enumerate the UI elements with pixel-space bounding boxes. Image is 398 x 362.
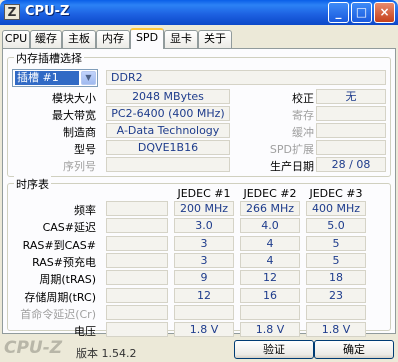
memory-type-field: DDR2 [106, 70, 386, 85]
module-size-field: 2048 MBytes [106, 89, 230, 104]
timing-cell: 5.0 [306, 218, 366, 234]
timing-cell [240, 304, 300, 320]
timing-row-label: 存储周期(tRC) [24, 290, 96, 304]
title-bar: Z CPU-Z _ □ × [0, 0, 398, 25]
timing-cell: 5 [306, 235, 366, 251]
slot-select[interactable]: 插槽 #1 ▼ [12, 69, 98, 87]
timing-row-spacer [106, 270, 168, 286]
timing-cell: 4 [240, 252, 300, 268]
ok-button[interactable]: 确定 [314, 340, 394, 359]
max-bandwidth-field: PC2-6400 (400 MHz) [106, 106, 230, 121]
chevron-down-icon[interactable]: ▼ [81, 71, 96, 85]
timing-cell: 5 [306, 252, 366, 268]
validate-button[interactable]: 验证 [234, 340, 314, 359]
cpu-z-logo: CPU-Z [4, 338, 63, 358]
memory-slot-group: 内存插槽选择 插槽 #1 ▼ DDR2 模块大小 2048 MBytes 最大带… [7, 50, 391, 177]
timing-row-label: 电压 [74, 325, 96, 339]
registered-label: 寄存 [292, 109, 314, 122]
timing-column-header: JEDEC #2 [243, 187, 297, 200]
timing-cell: 400 MHz [306, 201, 366, 216]
serial-number-field [106, 157, 230, 172]
serial-number-label: 序列号 [63, 160, 96, 173]
timing-row-spacer [106, 304, 168, 320]
memory-slot-group-title: 内存插槽选择 [14, 50, 84, 66]
week-year-field: 28 / 08 [316, 157, 386, 172]
timing-row-label: RAS#到CAS# [22, 238, 96, 252]
spd-panel: 内存插槽选择 插槽 #1 ▼ DDR2 模块大小 2048 MBytes 最大带… [2, 48, 396, 338]
timing-cell: 1.8 V [306, 322, 366, 338]
version-label: 版本 1.54.2 [76, 347, 137, 360]
manufacturer-field: A-Data Technology [106, 123, 230, 138]
tab-strip: CPU 缓存 主板 内存 SPD 显卡 关于 [2, 28, 396, 49]
timing-cell: 4 [240, 235, 300, 251]
timing-row-spacer [106, 201, 168, 216]
minimize-button[interactable]: _ [328, 2, 349, 23]
timing-cell: 16 [240, 287, 300, 303]
registered-field [316, 106, 386, 121]
cpu-z-app-icon: Z [4, 4, 20, 20]
timing-row-label: RAS#预充电 [32, 255, 96, 269]
timing-cell [174, 304, 234, 320]
timing-row-spacer [106, 235, 168, 251]
timing-cell: 3.0 [174, 218, 234, 234]
timing-cell: 23 [306, 287, 366, 303]
timing-row-spacer [106, 252, 168, 268]
timing-cell: 1.8 V [240, 322, 300, 338]
timing-row-label: CAS#延迟 [42, 221, 96, 235]
max-bandwidth-label: 最大带宽 [52, 109, 96, 122]
timing-row-spacer [106, 322, 168, 338]
timing-cell: 1.8 V [174, 322, 234, 338]
timing-row-label: 频率 [74, 204, 96, 217]
slot-select-value: 插槽 #1 [15, 71, 79, 85]
tab-graphics[interactable]: 显卡 [164, 30, 198, 48]
timing-column-header: JEDEC #3 [309, 187, 363, 200]
tab-spd[interactable]: SPD [130, 28, 164, 49]
part-number-field: DQVE1B16 [106, 140, 230, 155]
correction-field: 无 [316, 89, 386, 104]
timing-cell: 9 [174, 270, 234, 286]
tab-cpu[interactable]: CPU [2, 30, 30, 48]
timing-row-label: 周期(tRAS) [39, 273, 96, 287]
maximize-button[interactable]: □ [351, 2, 372, 23]
correction-label: 校正 [292, 92, 314, 105]
timing-row-spacer [106, 287, 168, 303]
window-title: CPU-Z [25, 4, 70, 19]
timing-cell: 200 MHz [174, 201, 234, 216]
spd-ext-field [316, 140, 386, 155]
tab-mainboard[interactable]: 主板 [62, 30, 96, 48]
timing-cell: 18 [306, 270, 366, 286]
tab-about[interactable]: 关于 [198, 30, 232, 48]
buffered-field [316, 123, 386, 138]
spd-ext-label: SPD扩展 [269, 143, 314, 156]
timing-column-header: JEDEC #1 [177, 187, 231, 200]
buffered-label: 缓冲 [292, 126, 314, 139]
timing-cell: 3 [174, 252, 234, 268]
timing-cell: 4.0 [240, 218, 300, 234]
timing-cell: 3 [174, 235, 234, 251]
week-year-label: 生产日期 [270, 160, 314, 173]
tab-cache[interactable]: 缓存 [30, 30, 62, 48]
timing-row-spacer [106, 218, 168, 234]
timings-group: 时序表 JEDEC #1 JEDEC #2 JEDEC #3 频率 200 MHz… [7, 176, 391, 338]
timing-cell: 266 MHz [240, 201, 300, 216]
tab-memory[interactable]: 内存 [96, 30, 130, 48]
timing-cell [306, 304, 366, 320]
module-size-label: 模块大小 [52, 92, 96, 105]
timing-row-label: 首命令延迟(Cr) [20, 307, 96, 321]
part-number-label: 型号 [74, 143, 96, 156]
manufacturer-label: 制造商 [63, 126, 96, 139]
close-button[interactable]: × [374, 2, 395, 23]
timings-group-title: 时序表 [14, 176, 51, 192]
timing-cell: 12 [174, 287, 234, 303]
timing-cell: 12 [240, 270, 300, 286]
